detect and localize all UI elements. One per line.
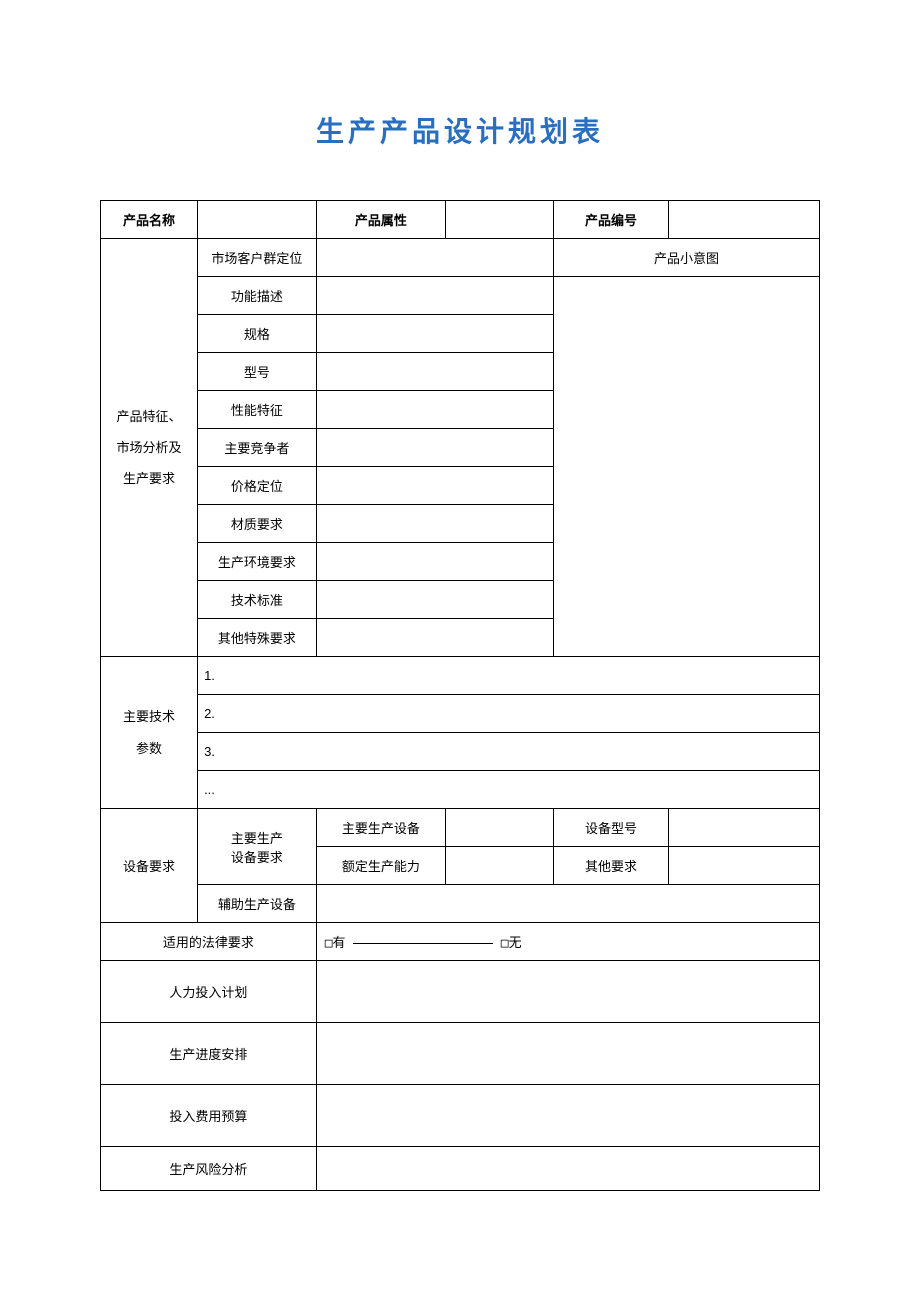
- label-market-position: 市场客户群定位: [198, 239, 317, 277]
- value-other-special: [316, 619, 553, 657]
- value-perf-feature: [316, 391, 553, 429]
- label-aux-equip: 辅助生产设备: [198, 885, 317, 923]
- label-tech-params: 主要技术 参数: [101, 657, 198, 809]
- checkbox-has: □有: [325, 936, 346, 951]
- label-equipment: 设备要求: [101, 809, 198, 923]
- label-function-desc: 功能描述: [198, 277, 317, 315]
- value-product-no: [668, 201, 819, 239]
- label-competitor: 主要竞争者: [198, 429, 317, 467]
- label-spec: 规格: [198, 315, 317, 353]
- value-main-equip: [446, 809, 554, 847]
- label-env-req: 生产环境要求: [198, 543, 317, 581]
- label-price-position: 价格定位: [198, 467, 317, 505]
- value-other-req: [668, 847, 819, 885]
- label-other-req: 其他要求: [553, 847, 668, 885]
- page-title: 生产产品设计规划表: [100, 110, 820, 150]
- features-line1: 产品特征、: [117, 409, 182, 424]
- label-features-section: 产品特征、 市场分析及 生产要求: [101, 239, 198, 657]
- planning-table: 产品名称 产品属性 产品编号 产品特征、 市场分析及 生产要求 市场客户群定位 …: [100, 200, 820, 1191]
- value-spec: [316, 315, 553, 353]
- label-schedule: 生产进度安排: [101, 1023, 317, 1085]
- value-budget: [316, 1085, 819, 1147]
- value-env-req: [316, 543, 553, 581]
- value-function-desc: [316, 277, 553, 315]
- label-material-req: 材质要求: [198, 505, 317, 543]
- label-product-attr: 产品属性: [316, 201, 445, 239]
- value-manpower: [316, 961, 819, 1023]
- value-rated-capacity: [446, 847, 554, 885]
- label-legal: 适用的法律要求: [101, 923, 317, 961]
- checkbox-none: □无: [501, 936, 522, 951]
- label-rated-capacity: 额定生产能力: [316, 847, 445, 885]
- label-other-special: 其他特殊要求: [198, 619, 317, 657]
- value-model: [316, 353, 553, 391]
- techparams-line1: 主要技术: [123, 709, 175, 724]
- value-legal: □有 □无: [316, 923, 819, 961]
- label-tech-std: 技术标准: [198, 581, 317, 619]
- legal-underline: [353, 943, 493, 944]
- label-budget: 投入费用预算: [101, 1085, 317, 1147]
- value-equip-model: [668, 809, 819, 847]
- tech-param-1: 1.: [198, 657, 820, 695]
- thumbnail-area: [553, 277, 819, 657]
- label-model: 型号: [198, 353, 317, 391]
- value-schedule: [316, 1023, 819, 1085]
- value-tech-std: [316, 581, 553, 619]
- label-manpower: 人力投入计划: [101, 961, 317, 1023]
- value-material-req: [316, 505, 553, 543]
- label-risk: 生产风险分析: [101, 1147, 317, 1191]
- label-perf-feature: 性能特征: [198, 391, 317, 429]
- value-product-name: [198, 201, 317, 239]
- value-aux-equip: [316, 885, 819, 923]
- value-competitor: [316, 429, 553, 467]
- label-equip-model: 设备型号: [553, 809, 668, 847]
- tech-param-more: ...: [198, 771, 820, 809]
- techparams-line2: 参数: [136, 741, 162, 756]
- label-thumbnail: 产品小意图: [553, 239, 819, 277]
- value-market-position: [316, 239, 553, 277]
- label-main-equip-req: 主要生产 设备要求: [198, 809, 317, 885]
- value-price-position: [316, 467, 553, 505]
- tech-param-3: 3.: [198, 733, 820, 771]
- features-line2: 市场分析及: [117, 440, 182, 455]
- mainequip-line2: 设备要求: [231, 850, 283, 865]
- value-product-attr: [446, 201, 554, 239]
- mainequip-line1: 主要生产: [231, 831, 283, 846]
- value-risk: [316, 1147, 819, 1191]
- label-product-name: 产品名称: [101, 201, 198, 239]
- label-main-equip: 主要生产设备: [316, 809, 445, 847]
- features-line3: 生产要求: [123, 471, 175, 486]
- label-product-no: 产品编号: [553, 201, 668, 239]
- tech-param-2: 2.: [198, 695, 820, 733]
